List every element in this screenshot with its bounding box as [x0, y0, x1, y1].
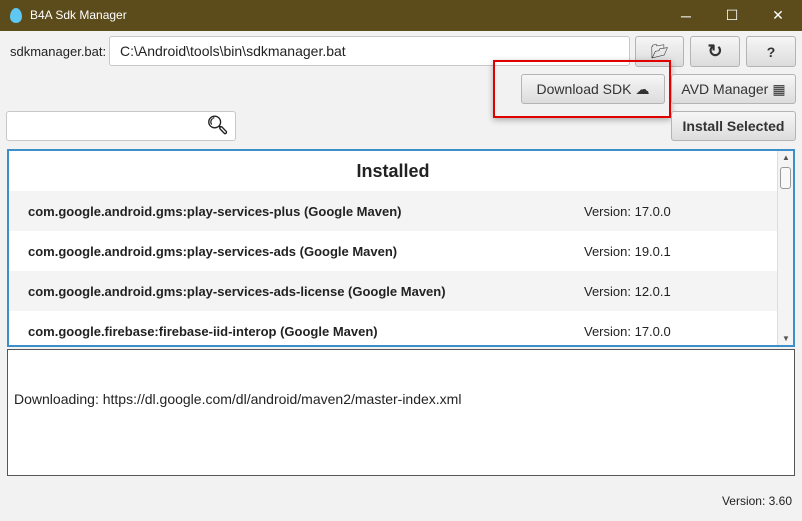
list-item[interactable]: com.google.android.gms:play-services-ads…: [9, 271, 777, 311]
window-title: B4A Sdk Manager: [30, 8, 127, 22]
help-icon: ?: [766, 43, 776, 60]
list-item[interactable]: com.google.firebase:firebase-iid-interop…: [9, 311, 777, 345]
list-scrollbar[interactable]: ▲ ▼: [777, 151, 793, 345]
scrollbar-thumb[interactable]: [780, 167, 791, 189]
maximize-button[interactable]: ☐: [709, 0, 755, 31]
app-version: Version: 3.60: [721, 494, 792, 508]
list-item[interactable]: com.google.android.gms:play-services-plu…: [9, 191, 777, 231]
refresh-icon: ↻: [707, 41, 723, 61]
item-version: Version: 12.0.1: [584, 284, 671, 299]
item-name: com.google.android.gms:play-services-plu…: [28, 204, 402, 219]
scroll-down-icon[interactable]: ▼: [778, 334, 793, 343]
item-name: com.google.android.gms:play-services-ads…: [28, 244, 398, 259]
calculator-icon: ▦: [772, 80, 786, 97]
path-label: sdkmanager.bat:: [10, 44, 107, 59]
installed-list: Installed com.google.android.gms:play-se…: [7, 149, 795, 347]
title-bar: B4A Sdk Manager ─ ☐ ✕: [0, 0, 802, 31]
highlight-box: [493, 60, 671, 118]
avd-manager-label: AVD Manager: [681, 81, 769, 97]
scroll-up-icon[interactable]: ▲: [778, 153, 793, 162]
log-text: Downloading: https://dl.google.com/dl/an…: [14, 391, 462, 407]
search-icon: 🔍︎: [206, 115, 229, 135]
item-name: com.google.firebase:firebase-iid-interop…: [28, 324, 378, 339]
item-version: Version: 17.0.0: [584, 324, 671, 339]
log-area: Downloading: https://dl.google.com/dl/an…: [7, 349, 795, 476]
folder-open-icon: 📂︎: [650, 43, 669, 59]
install-selected-label: Install Selected: [682, 118, 785, 134]
close-button[interactable]: ✕: [755, 0, 801, 31]
item-name: com.google.android.gms:play-services-ads…: [28, 284, 446, 299]
b4a-logo-icon: [10, 8, 22, 23]
path-value: C:\Android\tools\bin\sdkmanager.bat: [120, 43, 346, 59]
item-version: Version: 19.0.1: [584, 244, 671, 259]
avd-manager-button[interactable]: AVD Manager ▦: [671, 74, 796, 104]
refresh-button[interactable]: ↻: [690, 36, 740, 67]
help-button[interactable]: ?: [746, 36, 796, 67]
install-selected-button[interactable]: Install Selected: [671, 111, 796, 141]
search-input[interactable]: 🔍︎: [6, 111, 236, 141]
list-header: Installed: [356, 160, 430, 181]
minimize-button[interactable]: ─: [663, 0, 709, 31]
list-item[interactable]: com.google.android.gms:play-services-ads…: [9, 231, 777, 271]
item-version: Version: 17.0.0: [584, 204, 671, 219]
